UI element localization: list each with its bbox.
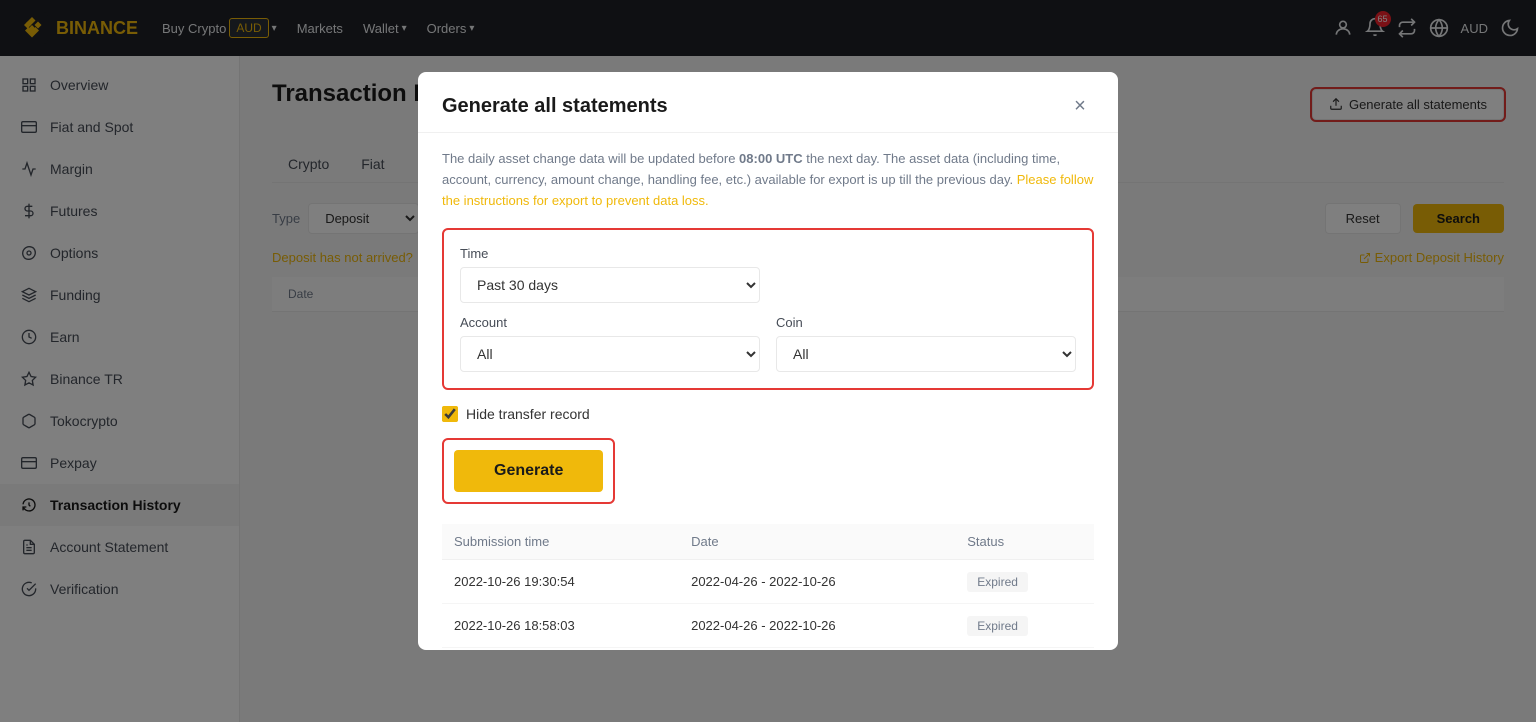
hide-transfer-checkbox[interactable] bbox=[442, 406, 458, 422]
submission-time-0: 2022-10-26 19:30:54 bbox=[442, 559, 679, 603]
form-coin-select[interactable]: All BTC ETH BNB AUD bbox=[776, 336, 1076, 372]
form-time-row: Time Past 30 days Past 7 days Past 90 da… bbox=[460, 246, 1076, 303]
modal-header: Generate all statements × bbox=[418, 72, 1118, 133]
records-table: Submission time Date Status 2022-10-26 1… bbox=[442, 524, 1094, 650]
modal-overlay[interactable]: Generate all statements × The daily asse… bbox=[0, 0, 1536, 722]
form-account-label: Account bbox=[460, 315, 760, 330]
modal-close-button[interactable]: × bbox=[1066, 92, 1094, 120]
th-status: Status bbox=[955, 524, 1094, 560]
submission-time-2: 2022-07-25 15:30:07 bbox=[442, 647, 679, 650]
table-row: 2022-10-26 18:58:03 2022-04-26 - 2022-10… bbox=[442, 603, 1094, 647]
generate-button-box: Generate bbox=[442, 438, 615, 504]
table-row: 2022-10-26 19:30:54 2022-04-26 - 2022-10… bbox=[442, 559, 1094, 603]
form-coin-col: Coin All BTC ETH BNB AUD bbox=[776, 315, 1076, 372]
form-account-select[interactable]: All Spot Margin Futures bbox=[460, 336, 760, 372]
modal-info-link[interactable]: Please follow the instructions for expor… bbox=[442, 172, 1093, 208]
modal-form-box: Time Past 30 days Past 7 days Past 90 da… bbox=[442, 228, 1094, 390]
modal-info-text: The daily asset change data will be upda… bbox=[442, 149, 1094, 211]
status-1: Expired bbox=[955, 603, 1094, 647]
checkbox-label: Hide transfer record bbox=[466, 406, 590, 422]
generate-statements-modal: Generate all statements × The daily asse… bbox=[418, 72, 1118, 650]
form-account-col: Account All Spot Margin Futures bbox=[460, 315, 760, 372]
record-date-0: 2022-04-26 - 2022-10-26 bbox=[679, 559, 955, 603]
records-table-body: 2022-10-26 19:30:54 2022-04-26 - 2022-10… bbox=[442, 559, 1094, 650]
record-date-2: 2022-01-25 - 2022-07-25 bbox=[679, 647, 955, 650]
status-badge-0: Expired bbox=[967, 572, 1028, 592]
form-time-label: Time bbox=[460, 246, 1076, 261]
record-date-1: 2022-04-26 - 2022-10-26 bbox=[679, 603, 955, 647]
status-badge-1: Expired bbox=[967, 616, 1028, 636]
th-record-date: Date bbox=[679, 524, 955, 560]
th-submission-time: Submission time bbox=[442, 524, 679, 560]
form-account-coin-row: Account All Spot Margin Futures Coin All… bbox=[460, 315, 1076, 372]
modal-body: The daily asset change data will be upda… bbox=[418, 133, 1118, 650]
generate-button[interactable]: Generate bbox=[454, 450, 603, 492]
status-0: Expired bbox=[955, 559, 1094, 603]
form-coin-label: Coin bbox=[776, 315, 1076, 330]
table-row: 2022-07-25 15:30:07 2022-01-25 - 2022-07… bbox=[442, 647, 1094, 650]
checkbox-row: Hide transfer record bbox=[442, 406, 1094, 422]
form-time-select[interactable]: Past 30 days Past 7 days Past 90 days Cu… bbox=[460, 267, 760, 303]
submission-time-1: 2022-10-26 18:58:03 bbox=[442, 603, 679, 647]
modal-title: Generate all statements bbox=[442, 95, 668, 118]
status-2: Expired bbox=[955, 647, 1094, 650]
records-table-head: Submission time Date Status bbox=[442, 524, 1094, 560]
